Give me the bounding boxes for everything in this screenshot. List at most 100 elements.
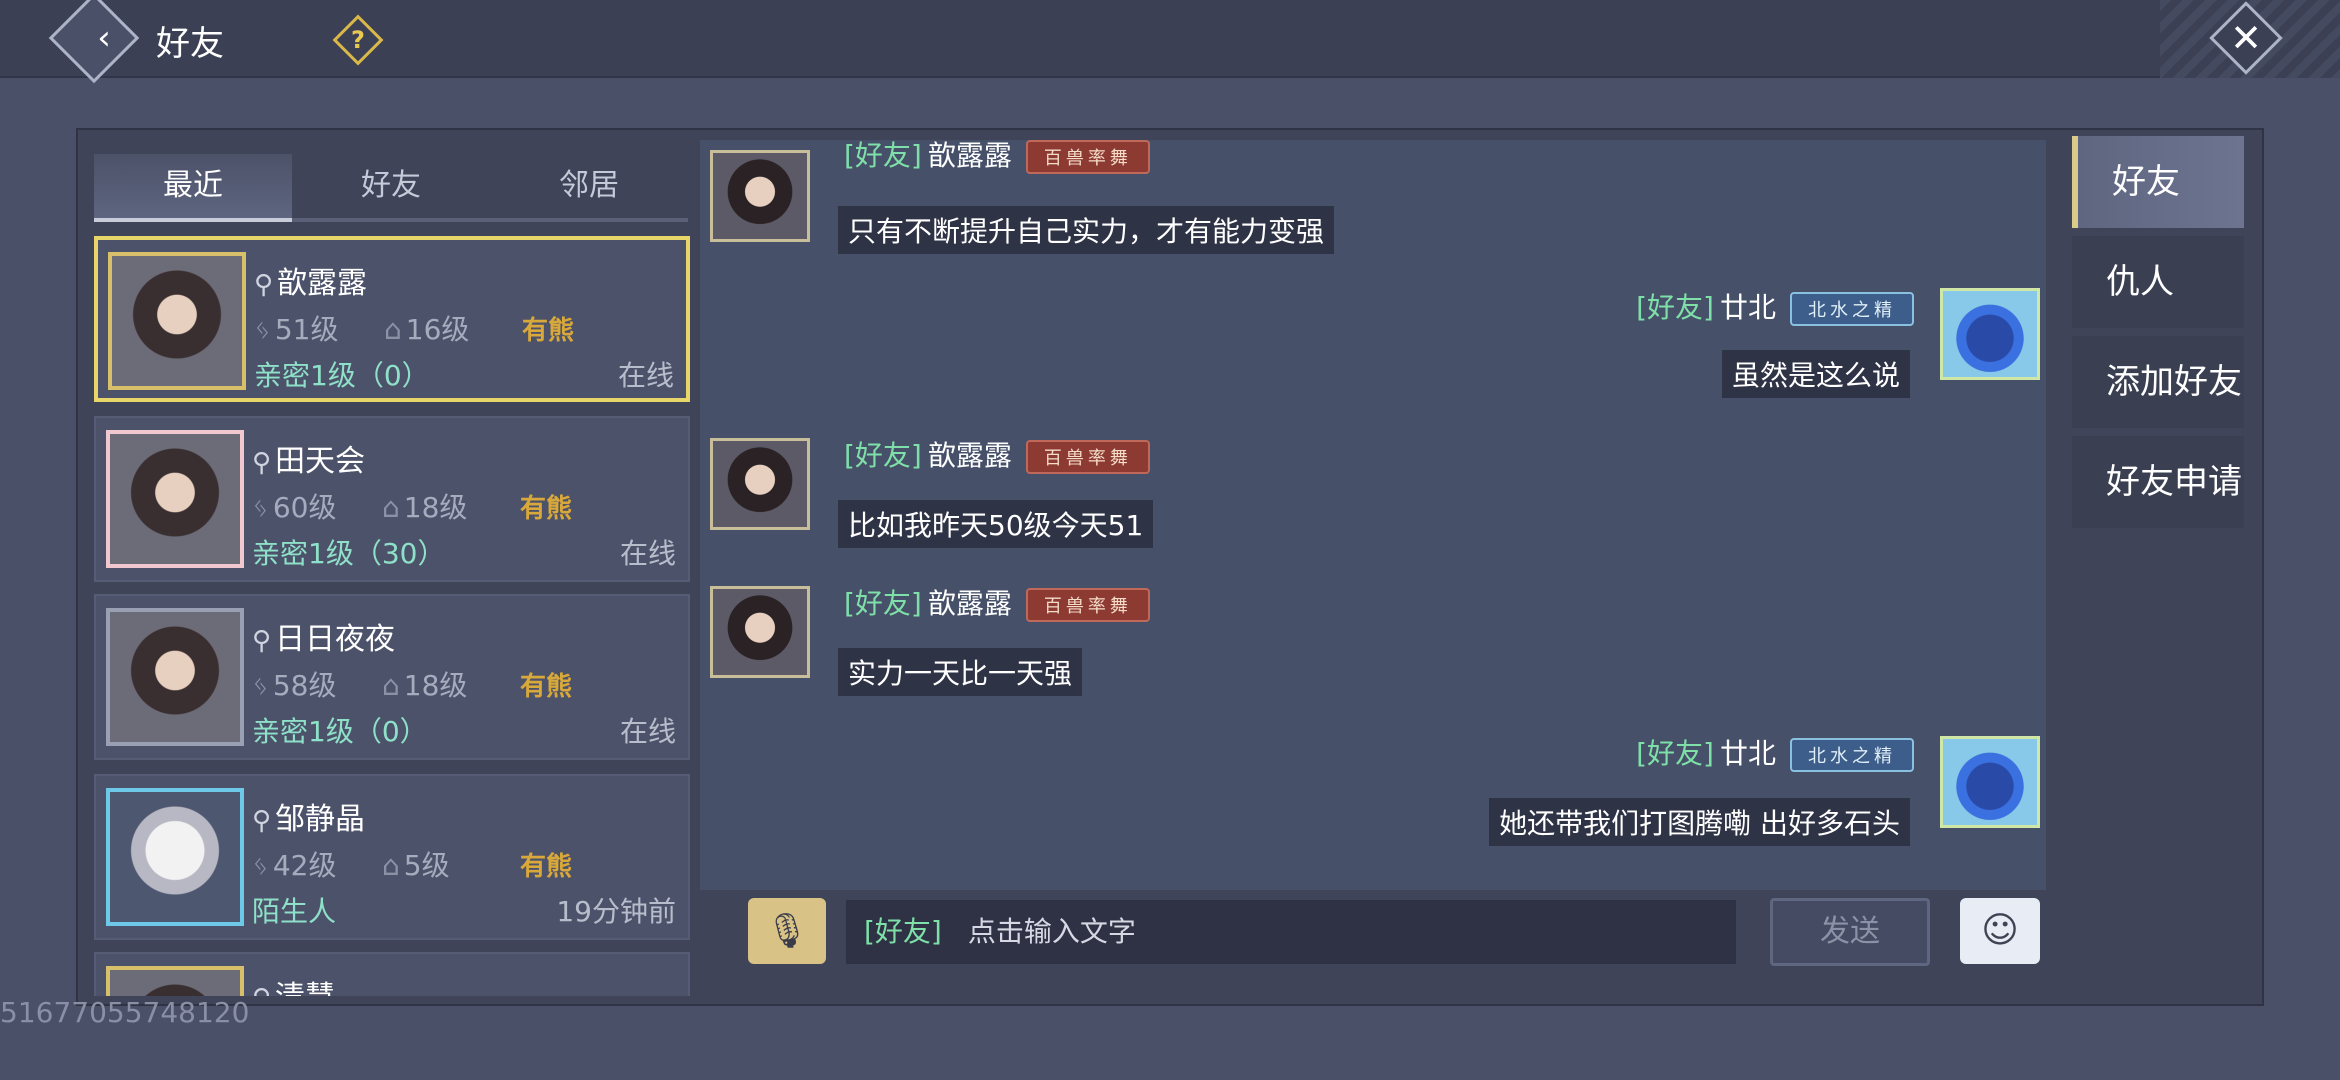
friend-name-text: 歆露露 — [277, 266, 368, 301]
emoji-button[interactable]: ☺ — [1960, 898, 2040, 964]
avatar[interactable] — [710, 150, 810, 242]
avatar[interactable] — [1940, 736, 2040, 828]
wing-icon: ᛃ — [252, 849, 269, 882]
home-level: ⌂ 16级 — [384, 308, 469, 348]
tab-recent[interactable]: 最近 — [94, 154, 292, 222]
friend-name-text: 邹静晶 — [275, 802, 366, 837]
message-header: [好友] 歆露露 百兽率舞 — [844, 140, 1150, 174]
home-level-text: 18级 — [403, 669, 468, 702]
player-level: ᛃ 51级 — [254, 308, 338, 348]
status-tag: 有熊 — [520, 494, 573, 524]
message-header: [好友] 廿北 北水之精 — [1636, 286, 1914, 326]
friend-card[interactable]: ⚲ 邹静晶 ᛃ 42级 ⌂ 5级 有熊 陌生人 19分钟前 — [94, 774, 690, 940]
player-level-text: 42级 — [272, 849, 337, 882]
wing-icon: ᛃ — [252, 491, 269, 524]
house-icon: ⌂ — [382, 849, 400, 882]
message-bubble[interactable]: 虽然是这么说 — [1721, 350, 1910, 398]
avatar — [106, 966, 244, 996]
wing-icon: ᛃ — [252, 669, 269, 702]
friend-name: ⚲ 歆露露 — [254, 258, 367, 302]
side-tab-enemies[interactable]: 仇人 — [2072, 236, 2244, 328]
status-tag: 有熊 — [520, 672, 573, 702]
status-tag: 有熊 — [522, 316, 575, 346]
smiley-icon: ☺ — [1981, 910, 2019, 951]
chat-messages[interactable]: [好友] 歆露露 百兽率舞 只有不断提升自己实力，才有能力变强 [好友] 廿北 北水之精… — [700, 140, 2046, 890]
sender-name[interactable]: 歆露露 — [928, 140, 1012, 172]
online-status: 在线 — [619, 715, 676, 748]
player-level-text: 58级 — [272, 669, 337, 702]
magnifier-icon: ⚲ — [252, 626, 272, 656]
side-tab-friend-requests[interactable]: 好友申请 — [2072, 436, 2244, 528]
home-level-text: 5级 — [403, 849, 450, 882]
friend-card[interactable]: ⚲ 田天会 ᛃ 60级 ⌂ 18级 有熊 亲密1级（30） 在线 — [94, 416, 690, 582]
online-status: 在线 — [617, 359, 674, 392]
home-level-text: 18级 — [403, 491, 468, 524]
player-level-text: 51级 — [274, 313, 339, 346]
intimacy-level: 陌生人 — [252, 895, 337, 928]
house-icon: ⌂ — [382, 491, 400, 524]
friend-name-text: 日日夜夜 — [275, 622, 396, 657]
chevron-left-icon[interactable]: ‹ — [82, 16, 126, 60]
friend-tabs: 最近 好友 邻居 — [94, 154, 688, 222]
player-level: ᛃ 42级 — [252, 844, 336, 884]
chat-input[interactable]: [好友] 点击输入文字 — [846, 900, 1736, 964]
microphone-icon: 🎙 — [765, 911, 809, 951]
friend-list[interactable]: ⚲ 歆露露 ᛃ 51级 ⌂ 16级 有熊 亲密1级（0） 在线 ⚲ 田天会 ᛃ 60级 ⌂… — [94, 236, 690, 996]
avatar — [108, 252, 246, 390]
voice-input-button[interactable]: 🎙 — [748, 898, 826, 964]
watermark-id: 51677055748120 — [0, 996, 250, 1029]
sender-name[interactable]: 歆露露 — [928, 587, 1012, 620]
magnifier-icon: ⚲ — [254, 270, 274, 300]
message-header: [好友] 廿北 北水之精 — [1636, 732, 1914, 772]
house-icon: ⌂ — [384, 313, 402, 346]
channel-label: [好友] — [1636, 291, 1714, 324]
channel-label: [好友] — [844, 140, 922, 172]
avatar[interactable] — [710, 586, 810, 678]
player-level-text: 60级 — [272, 491, 337, 524]
friend-card[interactable]: ⚲ 歆露露 ᛃ 51级 ⌂ 16级 有熊 亲密1级（0） 在线 — [94, 236, 690, 402]
avatar[interactable] — [1940, 288, 2040, 380]
sender-name[interactable]: 歆露露 — [928, 439, 1012, 472]
title-badge: 北水之精 — [1790, 292, 1914, 326]
channel-label: [好友] — [844, 439, 922, 472]
message-header: [好友] 歆露露 百兽率舞 — [844, 582, 1150, 622]
online-status: 在线 — [619, 537, 676, 570]
home-level: ⌂ 18级 — [382, 664, 467, 704]
title-badge: 百兽率舞 — [1025, 140, 1150, 174]
message-bubble[interactable]: 只有不断提升自己实力，才有能力变强 — [838, 206, 1335, 254]
tab-friends[interactable]: 好友 — [292, 154, 490, 222]
sender-name[interactable]: 廿北 — [1720, 737, 1776, 770]
friend-name: ⚲ 日日夜夜 — [252, 614, 395, 658]
side-tab-friends[interactable]: 好友 — [2072, 136, 2244, 228]
input-placeholder: 点击输入文字 — [967, 915, 1136, 948]
message-bubble[interactable]: 她还带我们打图腾嘞 出好多石头 — [1489, 798, 1910, 846]
avatar[interactable] — [710, 438, 810, 530]
friend-card[interactable]: ⚲ 日日夜夜 ᛃ 58级 ⌂ 18级 有熊 亲密1级（0） 在线 — [94, 594, 690, 760]
magnifier-icon: ⚲ — [252, 806, 272, 836]
player-level: ᛃ 58级 — [252, 664, 336, 704]
avatar — [106, 608, 244, 746]
close-icon[interactable]: ✕ — [2220, 12, 2272, 64]
friend-name: ⚲ 清慧 — [252, 972, 335, 996]
intimacy-level: 亲密1级（30） — [252, 537, 446, 570]
channel-label: [好友] — [844, 587, 922, 620]
friend-name-text: 清慧 — [275, 980, 335, 996]
friend-name: ⚲ 邹静晶 — [252, 794, 365, 838]
channel-label: [好友] — [1636, 737, 1714, 770]
message-bubble[interactable]: 实力一天比一天强 — [838, 648, 1083, 696]
question-icon[interactable]: ? — [340, 20, 376, 60]
message-bubble[interactable]: 比如我昨天50级今天51 — [838, 500, 1154, 548]
friend-name-text: 田天会 — [275, 444, 366, 479]
message-header: [好友] 歆露露 百兽率舞 — [844, 434, 1150, 474]
top-bar: ‹ 好友 ? ✕ — [0, 0, 2340, 84]
home-level-text: 16级 — [405, 313, 470, 346]
title-badge: 百兽率舞 — [1025, 440, 1150, 474]
send-button[interactable]: 发送 — [1770, 898, 1930, 966]
sender-name[interactable]: 廿北 — [1720, 291, 1776, 324]
tab-neighbors[interactable]: 邻居 — [490, 154, 688, 222]
home-level: ⌂ 5级 — [382, 844, 450, 884]
title-badge: 百兽率舞 — [1025, 588, 1150, 622]
house-icon: ⌂ — [382, 669, 400, 702]
friend-card[interactable]: ⚲ 清慧 — [94, 952, 690, 996]
side-tab-add-friend[interactable]: 添加好友 — [2072, 336, 2244, 428]
